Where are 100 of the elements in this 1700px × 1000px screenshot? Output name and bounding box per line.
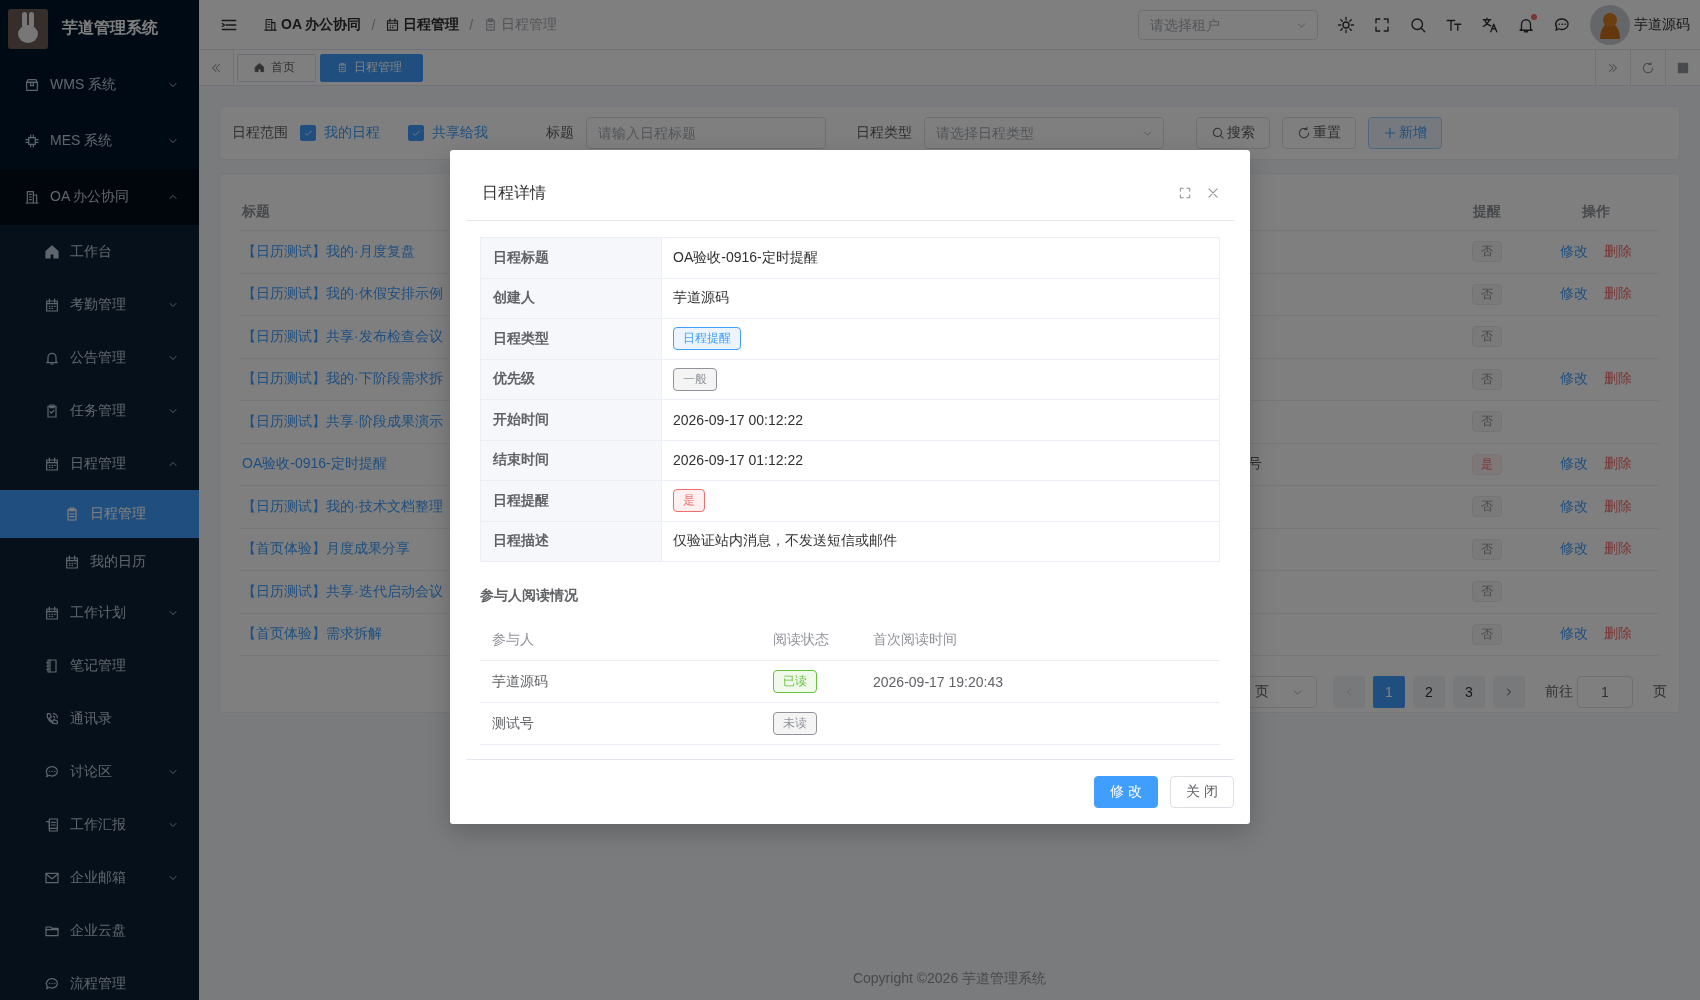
search-icon[interactable] (1409, 15, 1427, 34)
menu-item[interactable]: 企业云盘 (0, 904, 199, 957)
menu-item[interactable]: 考勤管理 (0, 278, 199, 331)
menu-item[interactable]: 工作计划 (0, 586, 199, 639)
chat-icon (44, 975, 60, 992)
search-icon (1211, 126, 1225, 140)
menu-item[interactable]: 笔记管理 (0, 639, 199, 692)
edit-link[interactable]: 修改 (1559, 540, 1588, 559)
field-value: 2026-09-17 01:12:22 (673, 452, 803, 469)
menu-item[interactable]: MES 系统 (0, 113, 199, 169)
refresh-icon (1641, 60, 1655, 75)
delete-link[interactable]: 删除 (1603, 497, 1632, 516)
reminder-tag: 是 (1472, 453, 1502, 475)
menu-item[interactable]: 企业邮箱 (0, 851, 199, 904)
dialog-title: 日程详情 (482, 182, 547, 203)
field-label: 日程范围 (232, 124, 288, 142)
delete-link[interactable]: 删除 (1603, 455, 1632, 474)
fullscreen-icon[interactable] (1373, 15, 1391, 34)
settings-icon[interactable] (1337, 15, 1355, 34)
fullscreen-icon[interactable] (1178, 186, 1192, 200)
edit-link[interactable]: 修改 (1559, 455, 1588, 474)
page-button[interactable]: 2 (1413, 676, 1445, 708)
field-value: 2026-09-17 00:12:22 (673, 411, 803, 428)
menu-item[interactable]: 我的日历 (0, 538, 199, 586)
menu-item[interactable]: 通讯录 (0, 692, 199, 745)
checkbox[interactable]: 我的日程 (300, 124, 380, 142)
edit-link[interactable]: 修改 (1559, 285, 1588, 304)
page-input[interactable]: 1 (1577, 676, 1633, 708)
delete-link[interactable]: 删除 (1603, 370, 1632, 389)
field-label: 创建人 (481, 278, 662, 318)
delete-link[interactable]: 删除 (1603, 285, 1632, 304)
clipboard-check-icon (44, 402, 60, 419)
calendar-icon (385, 17, 401, 32)
page-button[interactable]: 1 (1373, 676, 1405, 708)
calendar-icon (64, 554, 80, 570)
plus-icon (1383, 126, 1397, 140)
field-label: 标题 (546, 124, 574, 142)
delete-link[interactable]: 删除 (1603, 540, 1632, 559)
building-icon (24, 189, 40, 205)
search-button[interactable]: 搜索 (1196, 117, 1270, 149)
field-label: 结束时间 (481, 440, 662, 480)
message-icon[interactable] (1553, 15, 1571, 34)
section-title: 参与人阅读情况 (480, 587, 579, 605)
user-name[interactable]: 芋道源码 (1634, 15, 1690, 34)
field-value: 仅验证站内消息，不发送短信或邮件 (673, 532, 897, 551)
document-icon (44, 816, 60, 833)
add-button[interactable]: 新增 (1368, 117, 1442, 149)
field-label: 日程类型 (856, 124, 912, 142)
breadcrumb-separator: / (469, 16, 474, 33)
menu-item[interactable]: 公告管理 (0, 331, 199, 384)
chip-icon (24, 133, 40, 149)
menu-item[interactable]: OA 办公协同 (0, 169, 199, 225)
breadcrumb-item[interactable]: 日程管理 (403, 15, 460, 34)
menu-item[interactable]: 讨论区 (0, 745, 199, 798)
field-label: 优先级 (481, 359, 662, 399)
status-tag: 一般 (673, 367, 717, 391)
close-icon[interactable] (1206, 186, 1220, 200)
edit-button[interactable]: 修 改 (1094, 776, 1159, 808)
goto-label: 前往 (1545, 683, 1573, 701)
checkbox[interactable]: 共享给我 (408, 124, 488, 142)
menu-item[interactable]: 流程管理 (0, 957, 199, 1000)
status-tag: 已读 (773, 670, 817, 693)
avatar[interactable] (1590, 4, 1630, 45)
status-tag: 未读 (773, 712, 817, 735)
menu-item[interactable]: 日程管理 (0, 437, 199, 490)
menu-item[interactable]: 工作台 (0, 225, 199, 278)
column-header: 首次阅读时间 (873, 630, 958, 649)
menu-item[interactable]: 日程管理 (0, 490, 199, 538)
field-label: 日程提醒 (481, 481, 662, 521)
edit-link[interactable]: 修改 (1559, 242, 1588, 261)
menu-item[interactable]: 工作汇报 (0, 798, 199, 851)
page-button[interactable]: 3 (1453, 676, 1485, 708)
field-value: 芋道源码 (673, 289, 729, 308)
refresh-icon (1297, 126, 1311, 140)
field-label: 日程描述 (481, 521, 662, 561)
table-cell: 2026-09-17 19:20:43 (873, 673, 1003, 690)
chat-icon (44, 763, 60, 780)
close-button[interactable]: 关 闭 (1170, 776, 1234, 808)
page-tab[interactable]: 首页 (237, 53, 316, 82)
home-icon (254, 62, 265, 73)
edit-link[interactable]: 修改 (1559, 625, 1588, 644)
menu-item[interactable]: WMS 系统 (0, 57, 199, 113)
logo-icon (8, 8, 48, 49)
notification-icon[interactable] (1517, 15, 1535, 34)
column-header: 阅读状态 (773, 630, 830, 649)
edit-link[interactable]: 修改 (1559, 370, 1588, 389)
notebook-icon (44, 657, 60, 674)
field-label: 日程标题 (481, 238, 662, 278)
translate-icon[interactable] (1481, 15, 1499, 34)
breadcrumb-item[interactable]: OA 办公协同 (281, 15, 362, 34)
delete-link[interactable]: 删除 (1603, 242, 1632, 261)
delete-link[interactable]: 删除 (1603, 625, 1632, 644)
menu-item[interactable]: 任务管理 (0, 384, 199, 437)
column-header: 参与人 (491, 630, 535, 649)
calendar-icon (44, 455, 60, 472)
edit-link[interactable]: 修改 (1559, 497, 1588, 516)
field-label: 开始时间 (481, 400, 662, 440)
reset-button[interactable]: 重置 (1282, 117, 1356, 149)
page-tab[interactable]: 日程管理 (320, 53, 423, 82)
status-tag: 日程提醒 (673, 327, 741, 351)
